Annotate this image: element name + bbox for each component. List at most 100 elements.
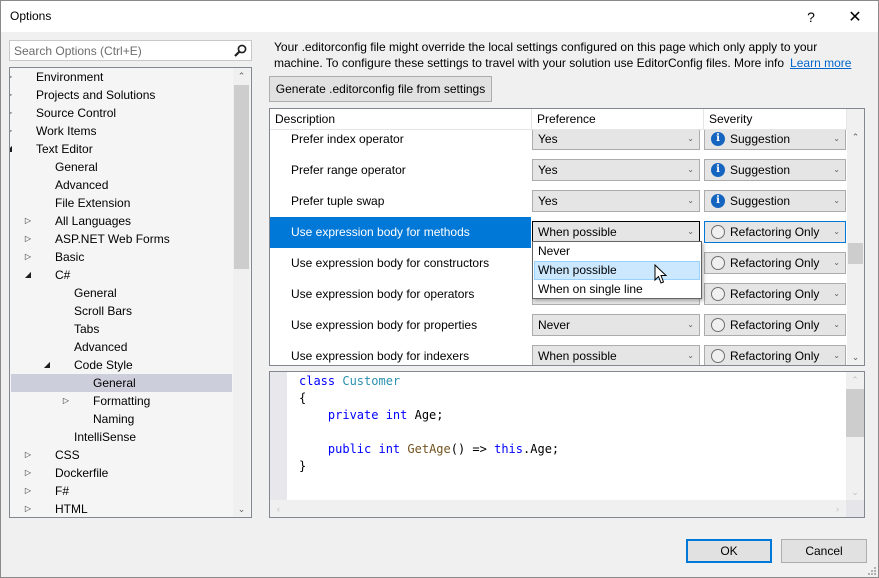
tree-item[interactable]: ▷ All Languages xyxy=(11,212,232,230)
chevron-down-icon[interactable]: ⌄ xyxy=(833,346,840,365)
collapsed-triangle-icon[interactable]: ▷ xyxy=(23,230,33,248)
scroll-down-icon[interactable]: ⌄ xyxy=(233,501,250,517)
tree-item[interactable]: General xyxy=(11,284,232,302)
collapsed-triangle-icon[interactable]: ▷ xyxy=(61,392,71,410)
help-button[interactable]: ? xyxy=(791,1,831,32)
tree-item[interactable]: ▷ Work Items xyxy=(10,122,232,140)
preference-combobox[interactable]: When possible ⌄ xyxy=(532,221,700,243)
column-header-severity[interactable]: Severity xyxy=(704,109,847,130)
dropdown-option[interactable]: When on single line xyxy=(534,280,700,299)
preview-horizontal-scrollbar[interactable]: ‹ › xyxy=(270,500,846,517)
tree-item[interactable]: ◢ C# xyxy=(11,266,232,284)
severity-combobox[interactable]: i Suggestion ⌄ xyxy=(704,190,846,212)
chevron-down-icon[interactable]: ⌄ xyxy=(687,191,694,211)
expanded-triangle-icon[interactable]: ◢ xyxy=(10,140,14,158)
preference-combobox[interactable]: Yes ⌄ xyxy=(532,190,700,212)
tree-item[interactable]: Naming xyxy=(11,410,232,428)
severity-combobox[interactable]: Refactoring Only ⌄ xyxy=(704,345,846,365)
severity-combobox[interactable]: Refactoring Only ⌄ xyxy=(704,252,846,274)
grid-row[interactable]: Use expression body for properties Never ⌄… xyxy=(270,310,847,341)
generate-editorconfig-button[interactable]: Generate .editorconfig file from setting… xyxy=(269,76,492,102)
tree-item[interactable]: ▷ Source Control xyxy=(10,104,232,122)
chevron-down-icon[interactable]: ⌄ xyxy=(833,253,840,273)
tree-item[interactable]: Tabs xyxy=(11,320,232,338)
severity-combobox[interactable]: i Suggestion ⌄ xyxy=(704,159,846,181)
tree-item[interactable]: File Extension xyxy=(11,194,232,212)
collapsed-triangle-icon[interactable]: ▷ xyxy=(10,86,14,104)
tree-item[interactable]: General xyxy=(11,158,232,176)
expanded-triangle-icon[interactable]: ◢ xyxy=(23,266,33,284)
chevron-down-icon[interactable]: ⌄ xyxy=(687,129,694,149)
preference-combobox[interactable]: When possible ⌄ xyxy=(532,345,700,365)
scroll-up-icon[interactable]: ⌃ xyxy=(846,372,864,388)
preference-combobox[interactable]: Yes ⌄ xyxy=(532,128,700,150)
severity-combobox[interactable]: Refactoring Only ⌄ xyxy=(704,283,846,305)
scroll-up-icon[interactable]: ⌃ xyxy=(233,68,250,84)
grid-row[interactable]: Prefer tuple swap Yes ⌄ i Suggestion ⌄ xyxy=(270,186,847,217)
collapsed-triangle-icon[interactable]: ▷ xyxy=(23,500,33,517)
tree-item[interactable]: ▷ Basic xyxy=(11,248,232,266)
preference-combobox[interactable]: Never ⌄ xyxy=(532,314,700,336)
preview-vertical-scrollbar[interactable]: ⌃ ⌄ xyxy=(846,372,864,500)
dropdown-option[interactable]: When possible xyxy=(534,261,700,280)
chevron-down-icon[interactable]: ⌄ xyxy=(833,160,840,180)
scroll-up-icon[interactable]: ⌃ xyxy=(847,129,864,145)
tree-item[interactable]: ▷ Dockerfile xyxy=(11,464,232,482)
tree-scrollbar[interactable]: ⌃ ⌄ xyxy=(233,68,250,517)
scrollbar-thumb[interactable] xyxy=(846,389,864,437)
learn-more-link[interactable]: Learn more xyxy=(790,56,851,70)
tree-item[interactable]: Scroll Bars xyxy=(11,302,232,320)
chevron-down-icon[interactable]: ⌄ xyxy=(687,160,694,180)
tree-item[interactable]: ▷ Formatting xyxy=(11,392,232,410)
chevron-down-icon[interactable]: ⌄ xyxy=(833,191,840,211)
chevron-down-icon[interactable]: ⌄ xyxy=(833,129,840,149)
cancel-button[interactable]: Cancel xyxy=(781,539,867,563)
collapsed-triangle-icon[interactable]: ▷ xyxy=(10,68,14,86)
preference-combobox[interactable]: Yes ⌄ xyxy=(532,159,700,181)
dropdown-option[interactable]: Never xyxy=(534,242,700,261)
search-input[interactable] xyxy=(14,43,224,58)
expanded-triangle-icon[interactable]: ◢ xyxy=(42,356,52,374)
chevron-down-icon[interactable]: ⌄ xyxy=(833,315,840,335)
collapsed-triangle-icon[interactable]: ▷ xyxy=(23,482,33,500)
search-options-box[interactable] xyxy=(9,40,252,61)
severity-combobox[interactable]: i Suggestion ⌄ xyxy=(704,128,846,150)
tree-item[interactable]: ▷ HTML xyxy=(11,500,232,517)
chevron-down-icon[interactable]: ⌄ xyxy=(833,284,840,304)
grid-row[interactable]: Prefer range operator Yes ⌄ i Suggestion ⌄ xyxy=(270,155,847,186)
collapsed-triangle-icon[interactable]: ▷ xyxy=(10,122,14,140)
collapsed-triangle-icon[interactable]: ▷ xyxy=(23,446,33,464)
scroll-down-icon[interactable]: ⌄ xyxy=(846,484,864,500)
close-button[interactable]: ✕ xyxy=(835,1,875,32)
search-icon[interactable] xyxy=(233,43,248,58)
collapsed-triangle-icon[interactable]: ▷ xyxy=(23,464,33,482)
scroll-right-icon[interactable]: › xyxy=(829,500,846,517)
tree-item[interactable]: General xyxy=(11,374,232,392)
scroll-left-icon[interactable]: ‹ xyxy=(270,500,287,517)
tree-item[interactable]: IntelliSense xyxy=(11,428,232,446)
tree-item[interactable]: ▷ CSS xyxy=(11,446,232,464)
ok-button[interactable]: OK xyxy=(686,539,772,563)
chevron-down-icon[interactable]: ⌄ xyxy=(687,222,694,242)
chevron-down-icon[interactable]: ⌄ xyxy=(687,315,694,335)
tree-item[interactable]: ▷ Environment xyxy=(10,68,232,86)
tree-item[interactable]: ◢ Code Style xyxy=(11,356,232,374)
severity-combobox[interactable]: Refactoring Only ⌄ xyxy=(704,221,846,243)
tree-item[interactable]: ▷ Projects and Solutions xyxy=(10,86,232,104)
scroll-down-icon[interactable]: ⌄ xyxy=(847,349,864,365)
resize-grip-icon[interactable] xyxy=(866,565,876,575)
tree-item[interactable]: ◢ Text Editor xyxy=(10,140,232,158)
tree-item[interactable]: Advanced xyxy=(11,338,232,356)
column-header-description[interactable]: Description xyxy=(270,109,532,130)
chevron-down-icon[interactable]: ⌄ xyxy=(833,222,840,242)
column-header-preference[interactable]: Preference xyxy=(532,109,704,130)
tree-item[interactable]: ▷ F# xyxy=(11,482,232,500)
severity-combobox[interactable]: Refactoring Only ⌄ xyxy=(704,314,846,336)
scrollbar-thumb[interactable] xyxy=(848,243,863,264)
collapsed-triangle-icon[interactable]: ▷ xyxy=(23,248,33,266)
tree-item[interactable]: Advanced xyxy=(11,176,232,194)
grid-row[interactable]: Use expression body for indexers When pos… xyxy=(270,341,847,365)
collapsed-triangle-icon[interactable]: ▷ xyxy=(23,212,33,230)
chevron-down-icon[interactable]: ⌄ xyxy=(687,346,694,365)
scrollbar-thumb[interactable] xyxy=(234,85,249,269)
